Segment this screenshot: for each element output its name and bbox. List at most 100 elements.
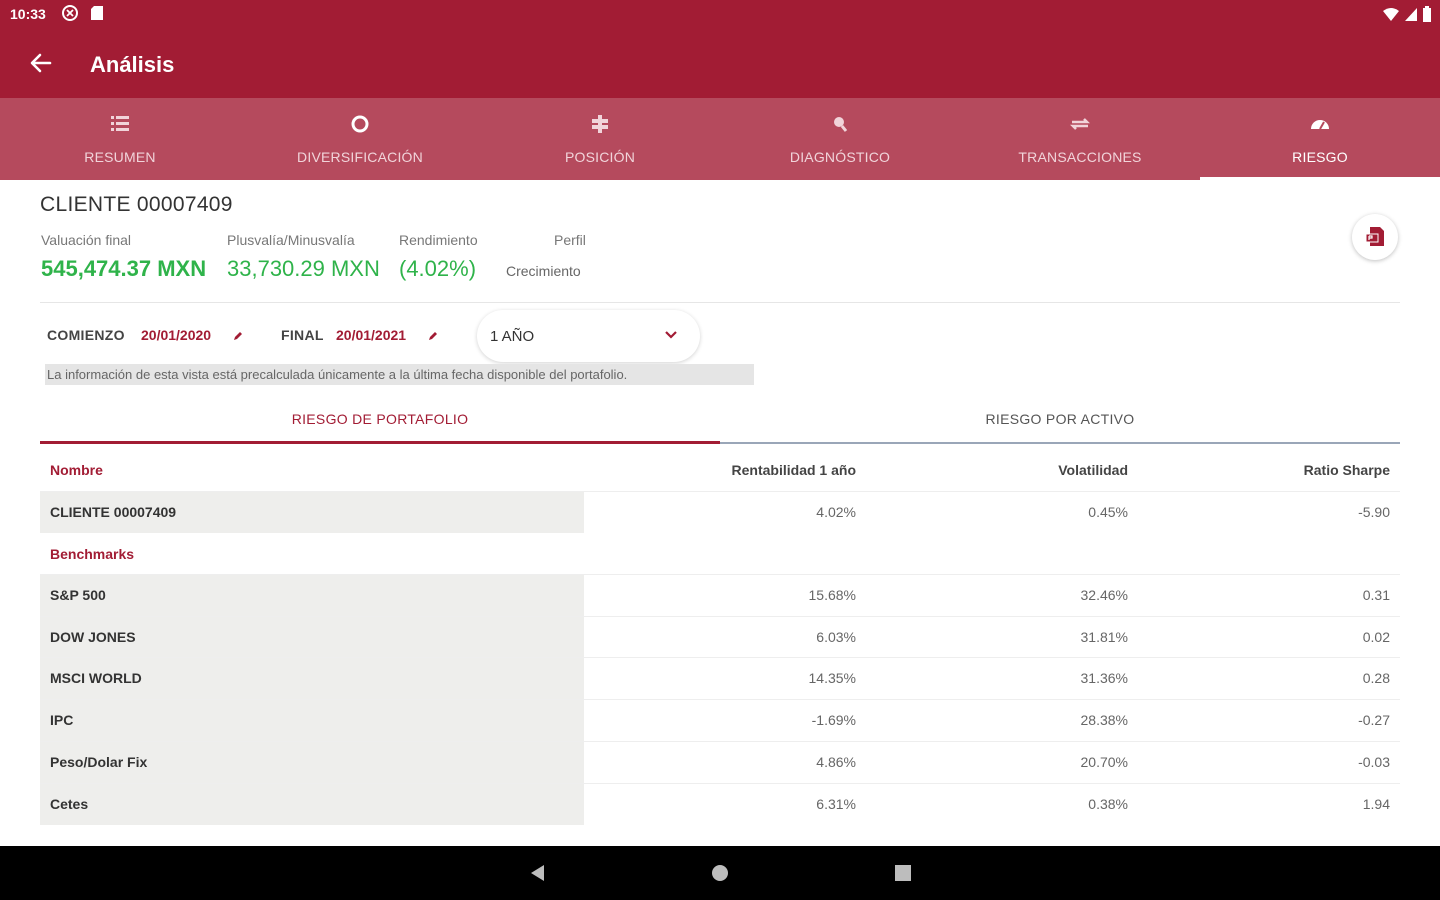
column-header-return: Rentabilidad 1 año [731, 462, 856, 478]
row-volatility: 28.38% [1080, 712, 1128, 728]
profile-value: Crecimiento [506, 263, 581, 279]
table-row: Peso/Dolar Fix 4.86% 20.70% -0.03 [40, 741, 1400, 783]
tab-resumen[interactable]: RESUMEN [0, 98, 240, 180]
row-return: 6.03% [816, 629, 856, 645]
row-volatility: 32.46% [1080, 587, 1128, 603]
donut-icon [351, 115, 369, 133]
tab-posicion[interactable]: POSICIÓN [480, 98, 720, 180]
transfer-icon [1069, 118, 1091, 130]
divider [40, 302, 1400, 303]
row-return: 14.35% [808, 670, 856, 686]
battery-icon [1423, 6, 1431, 22]
row-sharpe: -0.27 [1358, 712, 1390, 728]
row-name: Cetes [40, 784, 584, 825]
status-bar: 10:33 [0, 0, 1440, 28]
return-label: Rendimiento [399, 232, 478, 248]
tab-bar: RESUMEN DIVERSIFICACIÓN POSICIÓN DIAGNÓS… [0, 98, 1440, 180]
page-title: Análisis [90, 52, 175, 77]
status-time: 10:33 [10, 6, 46, 22]
column-header-sharpe: Ratio Sharpe [1303, 462, 1390, 478]
table-row: S&P 500 15.68% 32.46% 0.31 [40, 574, 1400, 616]
table-row: Cetes 6.31% 0.38% 1.94 [40, 783, 1400, 825]
column-header-volatility: Volatilidad [1058, 462, 1128, 478]
sd-card-icon [91, 6, 103, 20]
chevron-down-icon [665, 331, 677, 339]
tab-label: DIVERSIFICACIÓN [297, 149, 423, 165]
notification-icon [62, 5, 78, 21]
list-icon [111, 116, 129, 131]
row-name: S&P 500 [40, 575, 584, 616]
column-header-name: Nombre [50, 462, 103, 478]
tab-diagnostico[interactable]: DIAGNÓSTICO [720, 98, 960, 180]
tab-label: RIESGO [1292, 149, 1348, 165]
tab-riesgo[interactable]: RIESGO [1200, 98, 1440, 180]
gain-loss-value: 33,730.29 MXN [227, 256, 380, 281]
wifi-icon [1383, 8, 1399, 21]
row-volatility: 31.81% [1080, 629, 1128, 645]
period-select-value: 1 AÑO [490, 328, 535, 345]
row-sharpe: -5.90 [1358, 504, 1390, 520]
row-volatility: 0.38% [1088, 796, 1128, 812]
tab-diversificacion[interactable]: DIVERSIFICACIÓN [240, 98, 480, 180]
signal-icon [1405, 8, 1417, 21]
client-name: CLIENTE 00007409 [40, 193, 233, 216]
start-date-label: COMIENZO [47, 327, 125, 343]
start-date-value[interactable]: 20/01/2020 [141, 327, 211, 343]
edit-end-date-icon[interactable] [427, 330, 439, 342]
row-name: MSCI WORLD [40, 658, 584, 699]
tab-asset-risk-label: RIESGO POR ACTIVO [985, 411, 1135, 427]
tab-portfolio-risk-label: RIESGO DE PORTAFOLIO [291, 411, 469, 427]
nav-home-icon[interactable] [710, 863, 730, 883]
tab-label: DIAGNÓSTICO [789, 149, 891, 165]
nav-back-icon[interactable] [528, 863, 548, 883]
period-select[interactable]: 1 AÑO [477, 310, 700, 362]
row-volatility: 20.70% [1080, 754, 1128, 770]
table-row: DOW JONES 6.03% 31.81% 0.02 [40, 616, 1400, 658]
row-name: Peso/Dolar Fix [40, 742, 584, 783]
row-volatility: 0.45% [1088, 504, 1128, 520]
tab-transacciones[interactable]: TRANSACCIONES [960, 98, 1200, 180]
row-sharpe: 0.31 [1362, 587, 1390, 603]
tab-label: TRANSACCIONES [1018, 149, 1142, 165]
tab-portfolio-risk[interactable]: RIESGO DE PORTAFOLIO [40, 398, 720, 444]
edit-start-date-icon[interactable] [232, 330, 244, 342]
end-date-value[interactable]: 20/01/2021 [336, 327, 406, 343]
valuation-value: 545,474.37 MXN [41, 256, 207, 281]
info-note: La información de esta vista está precal… [45, 364, 754, 385]
row-volatility: 31.36% [1080, 670, 1128, 686]
row-sharpe: 1.94 [1362, 796, 1390, 812]
valuation-label: Valuación final [41, 232, 132, 248]
table-row: CLIENTE 00007409 4.02% 0.45% -5.90 [40, 491, 1400, 533]
row-name: CLIENTE 00007409 [40, 492, 584, 533]
gain-loss-label: Plusvalía/Minusvalía [227, 232, 355, 248]
nav-recents-icon[interactable] [893, 863, 913, 883]
row-return: -1.69% [811, 712, 856, 728]
row-sharpe: 0.28 [1362, 670, 1390, 686]
table-row: IPC -1.69% 28.38% -0.27 [40, 699, 1400, 741]
export-pdf-button[interactable] [1352, 214, 1398, 260]
return-value: (4.02%) [399, 256, 477, 281]
system-nav-bar [0, 846, 1440, 900]
benchmarks-label: Benchmarks [50, 546, 135, 562]
row-sharpe: -0.03 [1358, 754, 1390, 770]
tab-asset-risk[interactable]: RIESGO POR ACTIVO [720, 398, 1400, 444]
pdf-icon [1365, 227, 1384, 246]
back-arrow-icon[interactable] [28, 50, 54, 76]
magnifier-icon [834, 117, 848, 132]
row-return: 15.68% [808, 587, 856, 603]
tab-label: RESUMEN [84, 149, 156, 165]
gauge-icon [1311, 120, 1329, 130]
profile-label: Perfil [554, 232, 586, 248]
row-name: IPC [40, 700, 584, 741]
table-row: MSCI WORLD 14.35% 31.36% 0.28 [40, 657, 1400, 699]
row-return: 6.31% [816, 796, 856, 812]
row-return: 4.86% [816, 754, 856, 770]
row-name: DOW JONES [40, 617, 584, 658]
app-bar: Análisis [0, 28, 1440, 98]
row-return: 4.02% [816, 504, 856, 520]
tab-label: POSICIÓN [564, 149, 636, 165]
status-right [1382, 5, 1432, 23]
end-date-label: FINAL [281, 327, 324, 343]
row-sharpe: 0.02 [1362, 629, 1390, 645]
position-icon [592, 115, 608, 133]
